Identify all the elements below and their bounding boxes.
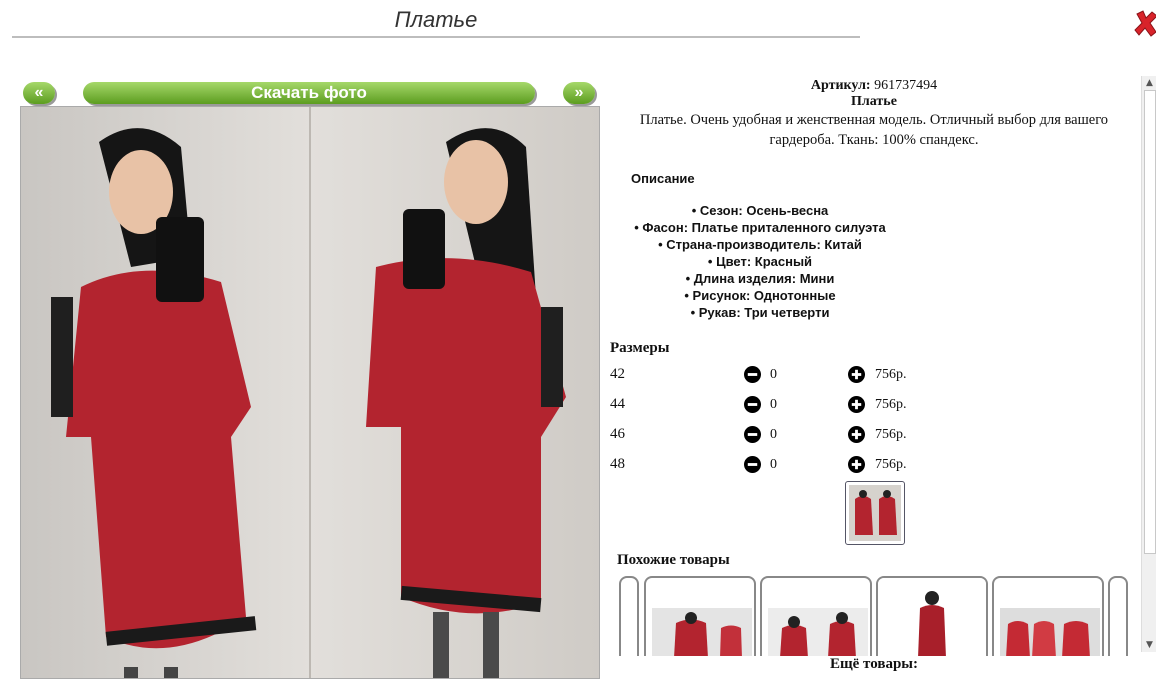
article-value: 961737494 (874, 78, 938, 93)
prop-style: • Фасон: Платье приталенного силуэта (634, 220, 886, 235)
product-thumbnail[interactable] (845, 481, 905, 545)
scroll-down-icon[interactable]: ▼ (1142, 638, 1156, 652)
carousel-next-button[interactable] (1108, 576, 1128, 656)
scrollbar-thumb[interactable] (1144, 90, 1156, 554)
size-qty: 0 (770, 427, 777, 442)
size-row-46: 46 0 756р. (610, 424, 920, 446)
size-label: 48 (610, 456, 625, 472)
article-line: Артикул: 961737494 (610, 78, 1138, 94)
next-photo-button[interactable]: » (563, 82, 595, 104)
prop-season: • Сезон: Осень-весна (691, 203, 829, 218)
similar-carousel (619, 576, 1131, 656)
download-photo-button[interactable]: Скачать фото (83, 82, 535, 104)
similar-item[interactable] (876, 576, 988, 656)
minus-icon[interactable] (744, 456, 761, 473)
minus-icon[interactable] (744, 396, 761, 413)
size-price: 756р. (875, 457, 907, 472)
more-products-label: Ещё товары: (610, 656, 1138, 677)
similar-item[interactable] (992, 576, 1104, 656)
size-qty: 0 (770, 367, 777, 382)
minus-icon[interactable] (744, 366, 761, 383)
carousel-prev-button[interactable] (619, 576, 639, 656)
sizes-heading: Размеры (610, 340, 670, 356)
size-row-42: 42 0 756р. (610, 364, 920, 386)
similar-item[interactable] (760, 576, 872, 656)
plus-icon[interactable] (848, 366, 865, 383)
size-qty: 0 (770, 397, 777, 412)
size-price: 756р. (875, 367, 907, 382)
prop-color: • Цвет: Красный (707, 254, 813, 269)
size-qty: 0 (770, 457, 777, 472)
similar-heading: Похожие товары (617, 552, 730, 568)
size-label: 44 (610, 396, 625, 412)
product-info: Артикул: 961737494 Платье Платье. Очень … (610, 78, 1138, 150)
product-photo (20, 106, 600, 679)
prop-country: • Страна-производитель: Китай (658, 237, 862, 252)
similar-item[interactable] (644, 576, 756, 656)
plus-icon[interactable] (848, 396, 865, 413)
page-title: Платье (12, 6, 860, 38)
size-label: 42 (610, 366, 625, 382)
plus-icon[interactable] (848, 426, 865, 443)
size-price: 756р. (875, 397, 907, 412)
plus-icon[interactable] (848, 456, 865, 473)
close-icon[interactable] (1134, 8, 1156, 38)
description-heading: Описание (631, 171, 695, 186)
prop-pattern: • Рисунок: Однотонные (684, 288, 836, 303)
prev-photo-button[interactable]: « (23, 82, 55, 104)
size-label: 46 (610, 426, 625, 442)
scroll-up-icon[interactable]: ▲ (1142, 76, 1156, 90)
product-properties: • Сезон: Осень-весна • Фасон: Платье при… (610, 202, 910, 321)
size-price: 756р. (875, 427, 907, 442)
size-row-44: 44 0 756р. (610, 394, 920, 416)
article-label: Артикул: (810, 78, 871, 93)
minus-icon[interactable] (744, 426, 761, 443)
product-description: Платье. Очень удобная и женственная моде… (639, 112, 1109, 148)
prop-sleeve: • Рукав: Три четверти (690, 305, 830, 320)
product-name: Платье (851, 94, 897, 109)
size-row-48: 48 0 756р. (610, 454, 920, 476)
scrollbar[interactable]: ▲ ▼ (1141, 76, 1156, 652)
prop-length: • Длина изделия: Мини (685, 271, 835, 286)
